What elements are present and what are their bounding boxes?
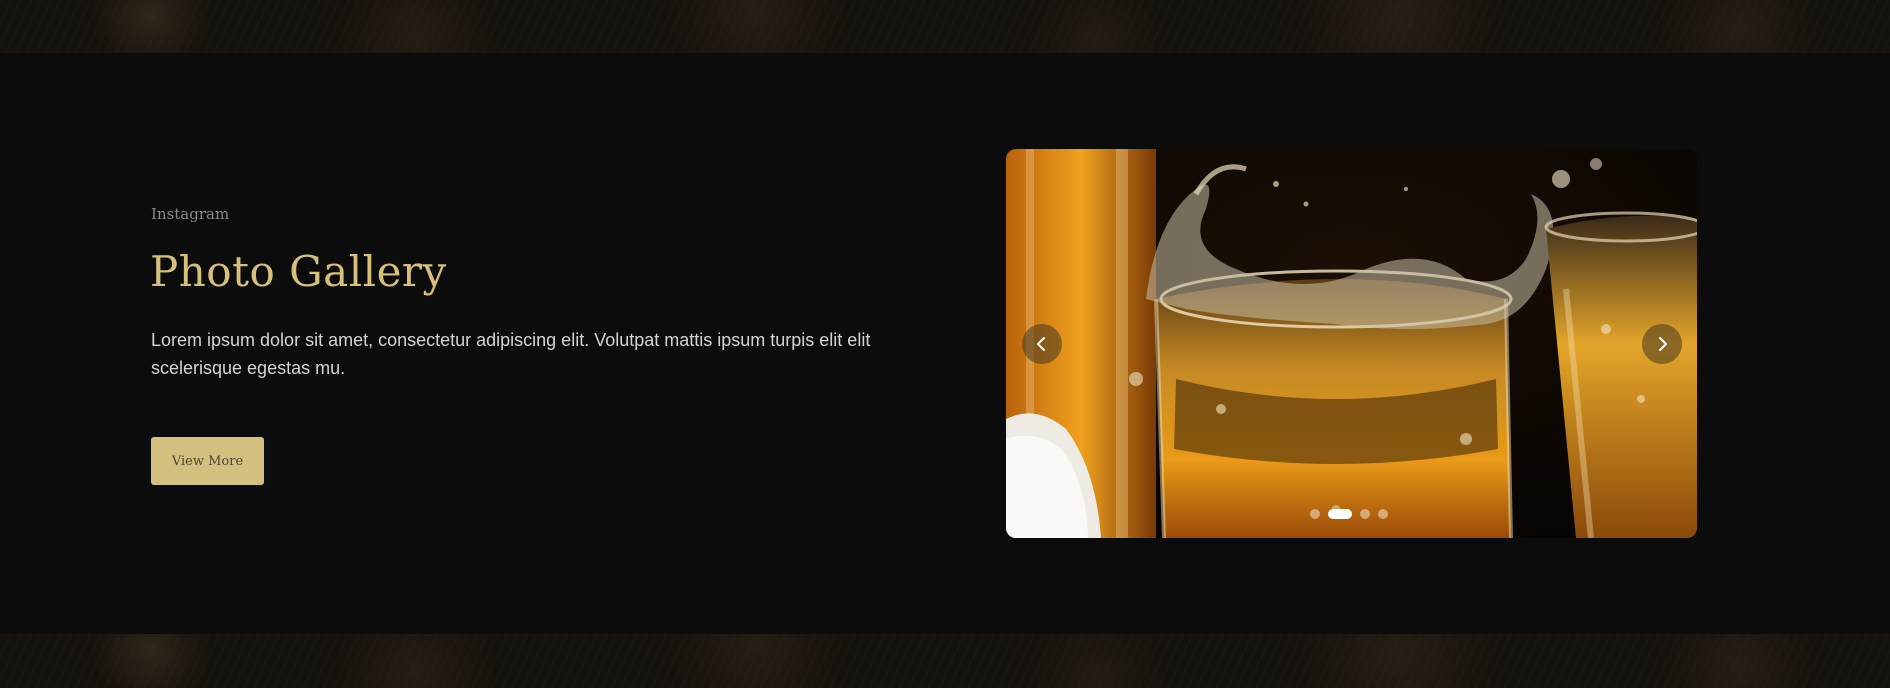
section-eyebrow: Instagram [151,205,230,223]
carousel-pagination [1310,509,1388,519]
carousel-photo [1006,149,1697,538]
top-texture-band [0,0,1890,53]
section-title: Photo Gallery [150,247,447,296]
bottom-texture-band [0,634,1890,688]
carousel-next-button[interactable] [1642,324,1682,364]
section-description: Lorem ipsum dolor sit amet, consectetur … [151,330,871,378]
carousel-dot-1[interactable] [1310,509,1320,519]
carousel-dot-4[interactable] [1378,509,1388,519]
view-more-button[interactable]: View More [151,437,264,485]
chevron-right-icon [1659,337,1667,351]
page: Instagram Photo Gallery Lorem ipsum dolo… [0,0,1890,688]
carousel-prev-button[interactable] [1022,324,1062,364]
carousel-dot-2[interactable] [1328,509,1352,519]
photo-carousel[interactable] [1006,149,1697,538]
carousel-dot-3[interactable] [1360,509,1370,519]
chevron-left-icon [1037,337,1045,351]
gallery-section: Instagram Photo Gallery Lorem ipsum dolo… [0,53,1890,634]
